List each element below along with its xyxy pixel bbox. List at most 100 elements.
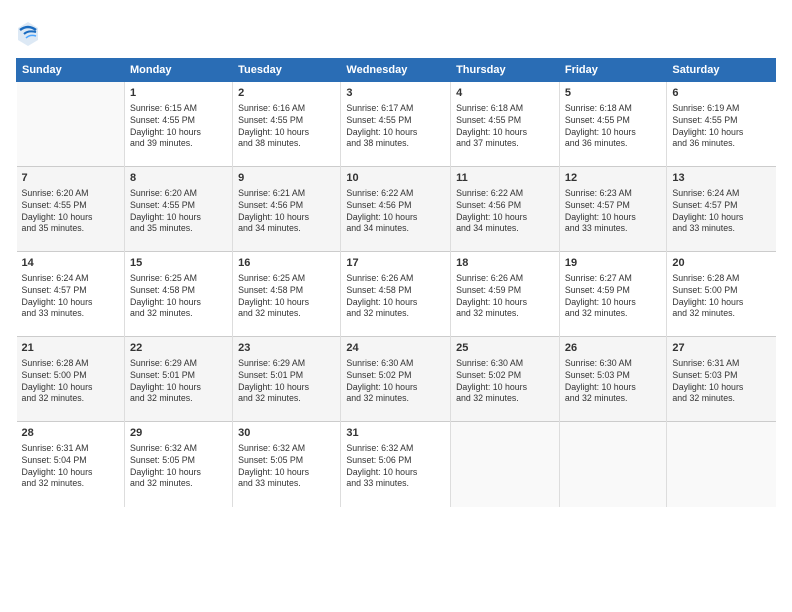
day-number: 23 [238, 341, 335, 356]
calendar-cell: 22 Sunrise: 6:29 AMSunset: 5:01 PMDayligh… [124, 337, 232, 422]
day-info: Sunrise: 6:32 AMSunset: 5:05 PMDaylight:… [238, 443, 335, 491]
calendar-cell: 5 Sunrise: 6:18 AMSunset: 4:55 PMDaylight… [559, 82, 667, 167]
day-info: Sunrise: 6:32 AMSunset: 5:05 PMDaylight:… [130, 443, 227, 491]
day-header-saturday: Saturday [667, 59, 776, 82]
day-info: Sunrise: 6:31 AMSunset: 5:03 PMDaylight:… [672, 358, 770, 406]
day-info: Sunrise: 6:30 AMSunset: 5:02 PMDaylight:… [346, 358, 445, 406]
calendar-cell: 6 Sunrise: 6:19 AMSunset: 4:55 PMDaylight… [667, 82, 776, 167]
week-row-3: 14Sunrise: 6:24 AMSunset: 4:57 PMDayligh… [17, 252, 776, 337]
day-number: 29 [130, 426, 227, 441]
day-info: Sunrise: 6:22 AMSunset: 4:56 PMDaylight:… [346, 188, 445, 236]
calendar-cell: 7 Sunrise: 6:20 AMSunset: 4:55 PMDaylight… [17, 167, 125, 252]
calendar-cell: 1Sunrise: 6:15 AMSunset: 4:55 PMDaylight… [124, 82, 232, 167]
calendar-cell: 9Sunrise: 6:21 AMSunset: 4:56 PMDaylight… [233, 167, 341, 252]
calendar-cell: 4 Sunrise: 6:18 AMSunset: 4:55 PMDaylight… [451, 82, 560, 167]
calendar-cell: 30 Sunrise: 6:32 AMSunset: 5:05 PMDayligh… [233, 422, 341, 507]
day-number: 19 [565, 256, 662, 271]
calendar-cell: 19 Sunrise: 6:27 AMSunset: 4:59 PMDayligh… [559, 252, 667, 337]
day-number: 20 [672, 256, 770, 271]
calendar-cell: 8Sunrise: 6:20 AMSunset: 4:55 PMDaylight… [124, 167, 232, 252]
calendar-cell: 16 Sunrise: 6:25 AMSunset: 4:58 PMDayligh… [233, 252, 341, 337]
day-number: 13 [672, 171, 770, 186]
calendar-cell: 18 Sunrise: 6:26 AMSunset: 4:59 PMDayligh… [451, 252, 560, 337]
day-number: 7 [22, 171, 119, 186]
day-header-monday: Monday [124, 59, 232, 82]
calendar-cell: 21 Sunrise: 6:28 AMSunset: 5:00 PMDayligh… [17, 337, 125, 422]
logo-icon [16, 20, 40, 48]
day-info: Sunrise: 6:26 AMSunset: 4:58 PMDaylight:… [346, 273, 445, 321]
day-info: Sunrise: 6:26 AMSunset: 4:59 PMDaylight:… [456, 273, 554, 321]
day-info: Sunrise: 6:27 AMSunset: 4:59 PMDaylight:… [565, 273, 662, 321]
day-header-wednesday: Wednesday [341, 59, 451, 82]
calendar-cell [451, 422, 560, 507]
day-info: Sunrise: 6:24 AMSunset: 4:57 PMDaylight:… [672, 188, 770, 236]
header-row: SundayMondayTuesdayWednesdayThursdayFrid… [17, 59, 776, 82]
header [16, 16, 776, 48]
day-info: Sunrise: 6:30 AMSunset: 5:02 PMDaylight:… [456, 358, 554, 406]
day-number: 16 [238, 256, 335, 271]
day-number: 5 [565, 86, 662, 101]
calendar-cell: 28 Sunrise: 6:31 AMSunset: 5:04 PMDayligh… [17, 422, 125, 507]
day-info: Sunrise: 6:28 AMSunset: 5:00 PMDaylight:… [672, 273, 770, 321]
calendar-cell: 17 Sunrise: 6:26 AMSunset: 4:58 PMDayligh… [341, 252, 451, 337]
day-header-thursday: Thursday [451, 59, 560, 82]
day-number: 18 [456, 256, 554, 271]
day-number: 3 [346, 86, 445, 101]
day-number: 17 [346, 256, 445, 271]
day-number: 30 [238, 426, 335, 441]
calendar-cell: 23 Sunrise: 6:29 AMSunset: 5:01 PMDayligh… [233, 337, 341, 422]
day-number: 25 [456, 341, 554, 356]
day-info: Sunrise: 6:18 AMSunset: 4:55 PMDaylight:… [565, 103, 662, 151]
day-info: Sunrise: 6:32 AMSunset: 5:06 PMDaylight:… [346, 443, 445, 491]
day-number: 21 [22, 341, 119, 356]
day-info: Sunrise: 6:28 AMSunset: 5:00 PMDaylight:… [22, 358, 119, 406]
day-number: 24 [346, 341, 445, 356]
calendar-cell: 27 Sunrise: 6:31 AMSunset: 5:03 PMDayligh… [667, 337, 776, 422]
calendar-cell: 14Sunrise: 6:24 AMSunset: 4:57 PMDayligh… [17, 252, 125, 337]
calendar-cell: 3 Sunrise: 6:17 AMSunset: 4:55 PMDaylight… [341, 82, 451, 167]
calendar-cell: 15Sunrise: 6:25 AMSunset: 4:58 PMDayligh… [124, 252, 232, 337]
day-header-sunday: Sunday [17, 59, 125, 82]
page-container: SundayMondayTuesdayWednesdayThursdayFrid… [0, 0, 792, 612]
day-number: 14 [22, 256, 119, 271]
calendar-cell: 29 Sunrise: 6:32 AMSunset: 5:05 PMDayligh… [124, 422, 232, 507]
calendar-cell: 25 Sunrise: 6:30 AMSunset: 5:02 PMDayligh… [451, 337, 560, 422]
calendar-cell: 26Sunrise: 6:30 AMSunset: 5:03 PMDayligh… [559, 337, 667, 422]
day-number: 2 [238, 86, 335, 101]
calendar-cell [17, 82, 125, 167]
calendar-cell: 13 Sunrise: 6:24 AMSunset: 4:57 PMDayligh… [667, 167, 776, 252]
day-info: Sunrise: 6:19 AMSunset: 4:55 PMDaylight:… [672, 103, 770, 151]
day-number: 4 [456, 86, 554, 101]
day-info: Sunrise: 6:29 AMSunset: 5:01 PMDaylight:… [130, 358, 227, 406]
week-row-1: 1Sunrise: 6:15 AMSunset: 4:55 PMDaylight… [17, 82, 776, 167]
day-header-friday: Friday [559, 59, 667, 82]
day-header-tuesday: Tuesday [233, 59, 341, 82]
day-info: Sunrise: 6:22 AMSunset: 4:56 PMDaylight:… [456, 188, 554, 236]
day-info: Sunrise: 6:17 AMSunset: 4:55 PMDaylight:… [346, 103, 445, 151]
calendar-table: SundayMondayTuesdayWednesdayThursdayFrid… [16, 58, 776, 507]
day-info: Sunrise: 6:25 AMSunset: 4:58 PMDaylight:… [130, 273, 227, 321]
day-info: Sunrise: 6:29 AMSunset: 5:01 PMDaylight:… [238, 358, 335, 406]
day-info: Sunrise: 6:20 AMSunset: 4:55 PMDaylight:… [130, 188, 227, 236]
day-number: 10 [346, 171, 445, 186]
day-info: Sunrise: 6:18 AMSunset: 4:55 PMDaylight:… [456, 103, 554, 151]
day-number: 22 [130, 341, 227, 356]
day-number: 31 [346, 426, 445, 441]
calendar-cell: 10 Sunrise: 6:22 AMSunset: 4:56 PMDayligh… [341, 167, 451, 252]
logo [16, 20, 42, 48]
day-info: Sunrise: 6:15 AMSunset: 4:55 PMDaylight:… [130, 103, 227, 151]
calendar-cell: 2Sunrise: 6:16 AMSunset: 4:55 PMDaylight… [233, 82, 341, 167]
calendar-cell: 11Sunrise: 6:22 AMSunset: 4:56 PMDayligh… [451, 167, 560, 252]
day-number: 26 [565, 341, 662, 356]
calendar-cell: 24 Sunrise: 6:30 AMSunset: 5:02 PMDayligh… [341, 337, 451, 422]
day-info: Sunrise: 6:25 AMSunset: 4:58 PMDaylight:… [238, 273, 335, 321]
day-info: Sunrise: 6:31 AMSunset: 5:04 PMDaylight:… [22, 443, 119, 491]
day-number: 27 [672, 341, 770, 356]
week-row-2: 7 Sunrise: 6:20 AMSunset: 4:55 PMDaylight… [17, 167, 776, 252]
day-number: 6 [672, 86, 770, 101]
day-number: 28 [22, 426, 119, 441]
calendar-cell [559, 422, 667, 507]
day-number: 12 [565, 171, 662, 186]
day-info: Sunrise: 6:23 AMSunset: 4:57 PMDaylight:… [565, 188, 662, 236]
day-info: Sunrise: 6:20 AMSunset: 4:55 PMDaylight:… [22, 188, 119, 236]
